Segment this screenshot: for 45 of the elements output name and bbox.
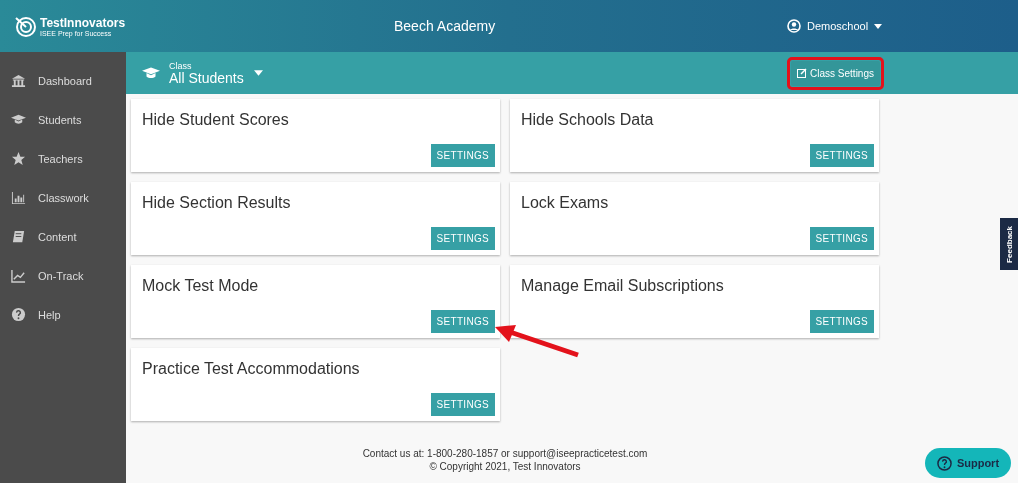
help-icon [936,455,952,471]
graduation-cap-icon [142,66,160,80]
card-title: Mock Test Mode [142,277,259,294]
copyright-text: © Copyright 2021, Test Innovators [429,460,581,473]
bar-chart-icon [11,190,26,205]
settings-button[interactable]: SETTINGS [809,227,874,250]
logo-name: TestInnovators [40,15,126,30]
sidebar-item[interactable]: Students [38,113,82,126]
settings-button[interactable]: SETTINGS [809,144,874,167]
sidebar-item[interactable]: On-Track [38,269,84,282]
card-title: Hide Section Results [142,194,291,211]
edit-icon [797,68,808,78]
graduation-cap-icon [11,112,26,127]
caret-icon[interactable] [253,70,263,76]
card-title: Hide Schools Data [521,111,654,128]
help-icon [11,307,26,322]
feedback-tab[interactable]: Feedback [1000,218,1018,270]
sidebar-item[interactable]: Help [38,308,61,321]
user-icon [787,19,801,33]
settings-button[interactable]: SETTINGS [809,310,874,333]
sidebar-item[interactable]: Classwork [38,191,89,204]
sidebar-item[interactable]: Dashboard [38,74,92,87]
class-settings-button[interactable]: Class Settings [791,60,880,86]
settings-button[interactable]: SETTINGS [430,144,495,167]
sidebar-item[interactable]: Teachers [38,152,83,165]
star-icon [11,151,26,166]
card-title: Manage Email Subscriptions [521,277,724,294]
card-title: Lock Exams [521,194,609,211]
settings-button[interactable]: SETTINGS [430,393,495,416]
book-icon [11,229,26,244]
sidebar-item[interactable]: Content [38,230,77,243]
settings-button[interactable]: SETTINGS [430,310,495,333]
contact-text: Contact us at: 1-800-280-1857 or support@iseepracticetest.com [362,448,648,461]
line-chart-icon [11,268,26,283]
class-selector[interactable]: All Students [169,70,244,85]
card-title: Hide Student Scores [142,111,289,128]
school-title: Beech Academy [394,18,497,34]
bank-icon [11,73,26,88]
caret-icon[interactable] [874,23,883,29]
support-button[interactable]: Support [925,448,1011,478]
settings-button[interactable]: SETTINGS [430,227,495,250]
card-title: Practice Test Accommodations [142,360,360,377]
target-logo-icon [14,15,36,37]
class-label: Class [169,61,193,71]
user-menu[interactable]: Demoschool [807,20,869,32]
